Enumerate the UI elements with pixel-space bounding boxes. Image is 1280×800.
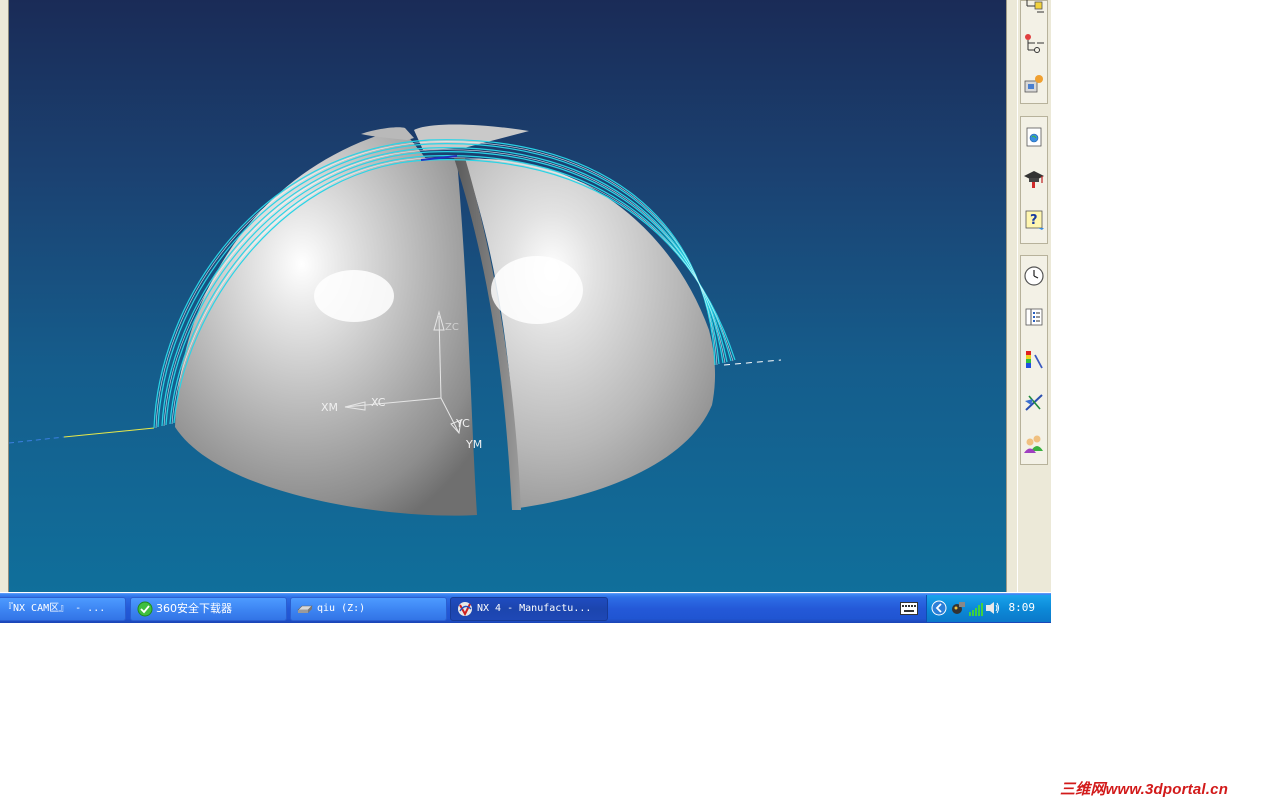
keyboard-icon[interactable] — [900, 602, 918, 615]
system-materials-button[interactable] — [1021, 304, 1047, 330]
axis-label-yc: YC — [455, 417, 470, 430]
history-button[interactable] — [1021, 263, 1047, 289]
taskbar-task-label: qiu (Z:) — [317, 603, 366, 614]
history-icon — [1024, 266, 1044, 286]
graphics-viewport[interactable]: XM XC YC YM ZC — [9, 0, 1006, 592]
site-watermark: 三维网www.3dportal.cn — [1060, 781, 1229, 798]
axis-label-ym: YM — [465, 438, 482, 451]
hemisphere-left-segment[interactable] — [175, 135, 477, 516]
360-icon — [137, 601, 153, 617]
system-materials-icon — [1025, 308, 1043, 326]
part-navigator-icon — [1025, 34, 1044, 53]
process-studio-icon — [1025, 394, 1043, 411]
nx-icon — [458, 602, 472, 617]
taskbar-task-label: NX 4 - Manufactu... — [477, 603, 592, 614]
help-icon: ? — [1025, 210, 1044, 230]
resource-bar: ? — [1017, 0, 1051, 592]
reuse-library-button[interactable] — [1021, 71, 1047, 97]
hemisphere-back-cap-right — [414, 124, 529, 150]
help-button[interactable]: ? — [1021, 207, 1047, 233]
taskbar-task-label: 360安全下载器 — [156, 602, 232, 615]
svg-text:?: ? — [1030, 213, 1038, 228]
volume-icon[interactable] — [985, 600, 1001, 616]
axis-label-zc: ZC — [445, 322, 459, 333]
training-button[interactable] — [1021, 166, 1047, 192]
system-tray: 8:09 — [926, 595, 1051, 622]
model-scene[interactable]: XM XC YC YM ZC — [9, 0, 1006, 592]
nx-application-window: XM XC YC YM ZC ? 『NX CAM区』 - ... 360安全下载… — [0, 0, 1051, 623]
process-studio-button[interactable] — [1021, 389, 1047, 415]
roles-icon — [1024, 435, 1043, 453]
taskbar-task-nx4-manufacturing[interactable]: NX 4 - Manufactu... — [450, 597, 608, 621]
axis-label-xc: XC — [371, 396, 386, 409]
viewport-right-border — [1006, 0, 1017, 592]
part-navigator-button[interactable] — [1021, 30, 1047, 56]
visualization-button[interactable] — [1021, 347, 1047, 373]
windows-taskbar: 『NX CAM区』 - ... 360安全下载器 qiu (Z:) NX 4 -… — [0, 593, 1051, 623]
show-hidden-icons-button[interactable] — [931, 600, 947, 616]
taskbar-task-360-downloader[interactable]: 360安全下载器 — [130, 597, 287, 621]
assembly-navigator-icon — [1026, 0, 1044, 13]
drive-icon — [297, 605, 313, 613]
taskbar-clock[interactable]: 8:09 — [1009, 601, 1036, 614]
web-browser-icon — [1026, 127, 1042, 147]
axis-label-xm: XM — [321, 401, 338, 414]
reuse-library-icon — [1024, 75, 1043, 93]
taskbar-task-label: 『NX CAM区』 - ... — [3, 603, 106, 614]
assembly-navigator-button[interactable] — [1021, 0, 1047, 20]
window-left-border — [0, 0, 9, 592]
web-browser-button[interactable] — [1021, 124, 1047, 150]
training-icon — [1024, 171, 1044, 188]
roles-button[interactable] — [1021, 430, 1047, 456]
security-tray-icon[interactable] — [950, 600, 966, 616]
visualization-icon — [1026, 351, 1043, 369]
taskbar-task-drive-qiu[interactable]: qiu (Z:) — [290, 597, 447, 621]
taskbar-task-nx-cam[interactable]: 『NX CAM区』 - ... — [0, 597, 126, 621]
network-signal-icon[interactable] — [968, 601, 984, 617]
